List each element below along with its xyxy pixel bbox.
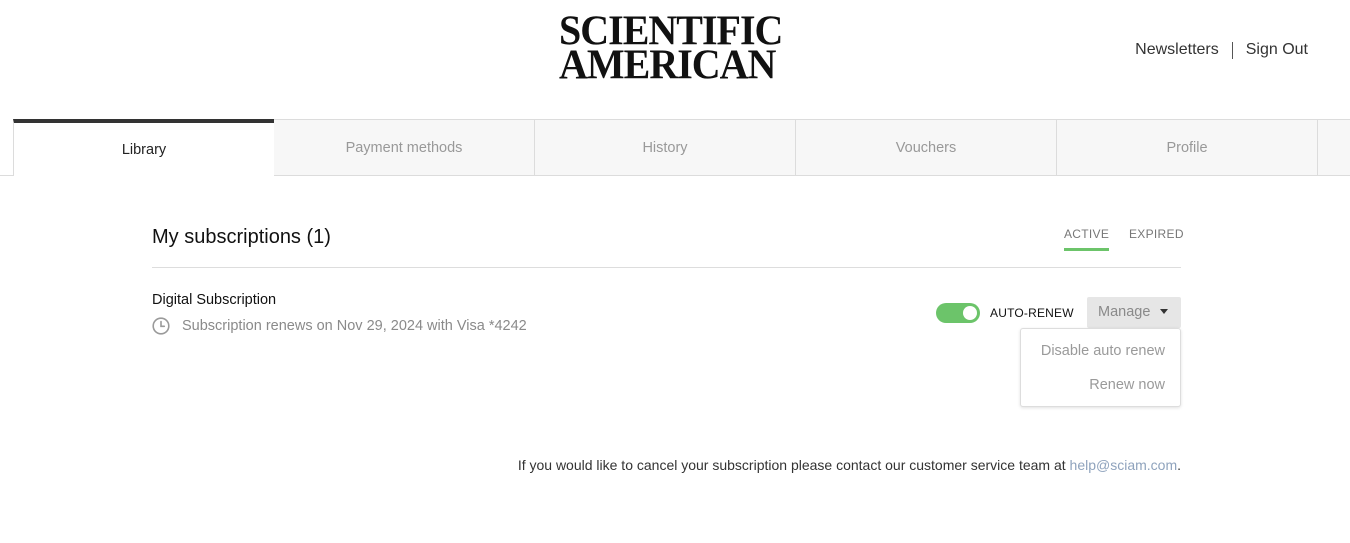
subscription-renewal-text: Subscription renews on Nov 29, 2024 with… bbox=[182, 318, 527, 334]
tab-bar-left-edge bbox=[0, 175, 14, 176]
tab-library[interactable]: Library bbox=[13, 119, 274, 176]
manage-button[interactable]: Manage bbox=[1087, 297, 1181, 328]
tab-bar-tail bbox=[1318, 120, 1347, 176]
site-header: SCIENTIFIC AMERICAN Newsletters Sign Out bbox=[0, 0, 1350, 120]
newsletters-link[interactable]: Newsletters bbox=[1135, 41, 1219, 59]
subscriptions-divider bbox=[152, 267, 1181, 268]
tab-payment-methods[interactable]: Payment methods bbox=[274, 120, 535, 176]
manage-button-label: Manage bbox=[1098, 304, 1151, 320]
filter-expired[interactable]: EXPIRED bbox=[1129, 227, 1184, 241]
subscription-name: Digital Subscription bbox=[152, 292, 277, 308]
auto-renew-label: AUTO-RENEW bbox=[990, 306, 1074, 320]
clock-icon bbox=[152, 317, 170, 335]
nav-separator bbox=[1231, 41, 1233, 59]
cancel-info-suffix: . bbox=[1177, 457, 1181, 473]
menu-item-renew-now[interactable]: Renew now bbox=[1089, 377, 1165, 393]
support-email-link[interactable]: help@sciam.com bbox=[1070, 457, 1178, 473]
caret-down-icon bbox=[1160, 309, 1168, 314]
top-nav: Newsletters Sign Out bbox=[1135, 41, 1308, 59]
sign-out-link[interactable]: Sign Out bbox=[1246, 41, 1308, 59]
tab-vouchers[interactable]: Vouchers bbox=[796, 120, 1057, 176]
account-tabs: Library Payment methods History Vouchers… bbox=[13, 119, 1350, 176]
logo-line-2: AMERICAN bbox=[559, 40, 776, 89]
subscriptions-title: My subscriptions (1) bbox=[152, 226, 331, 248]
auto-renew-toggle[interactable] bbox=[936, 303, 980, 323]
cancel-info-message: If you would like to cancel your subscri… bbox=[517, 457, 1070, 473]
tab-history[interactable]: History bbox=[535, 120, 796, 176]
menu-item-disable-auto-renew[interactable]: Disable auto renew bbox=[1041, 343, 1165, 359]
filter-active[interactable]: ACTIVE bbox=[1064, 227, 1110, 251]
toggle-knob bbox=[963, 306, 977, 320]
manage-dropdown-menu: Disable auto renew Renew now bbox=[1020, 328, 1181, 407]
cancel-info-text: If you would like to cancel your subscri… bbox=[518, 457, 1181, 473]
scientific-american-logo[interactable]: SCIENTIFIC AMERICAN bbox=[559, 9, 783, 89]
tab-profile[interactable]: Profile bbox=[1057, 120, 1318, 176]
